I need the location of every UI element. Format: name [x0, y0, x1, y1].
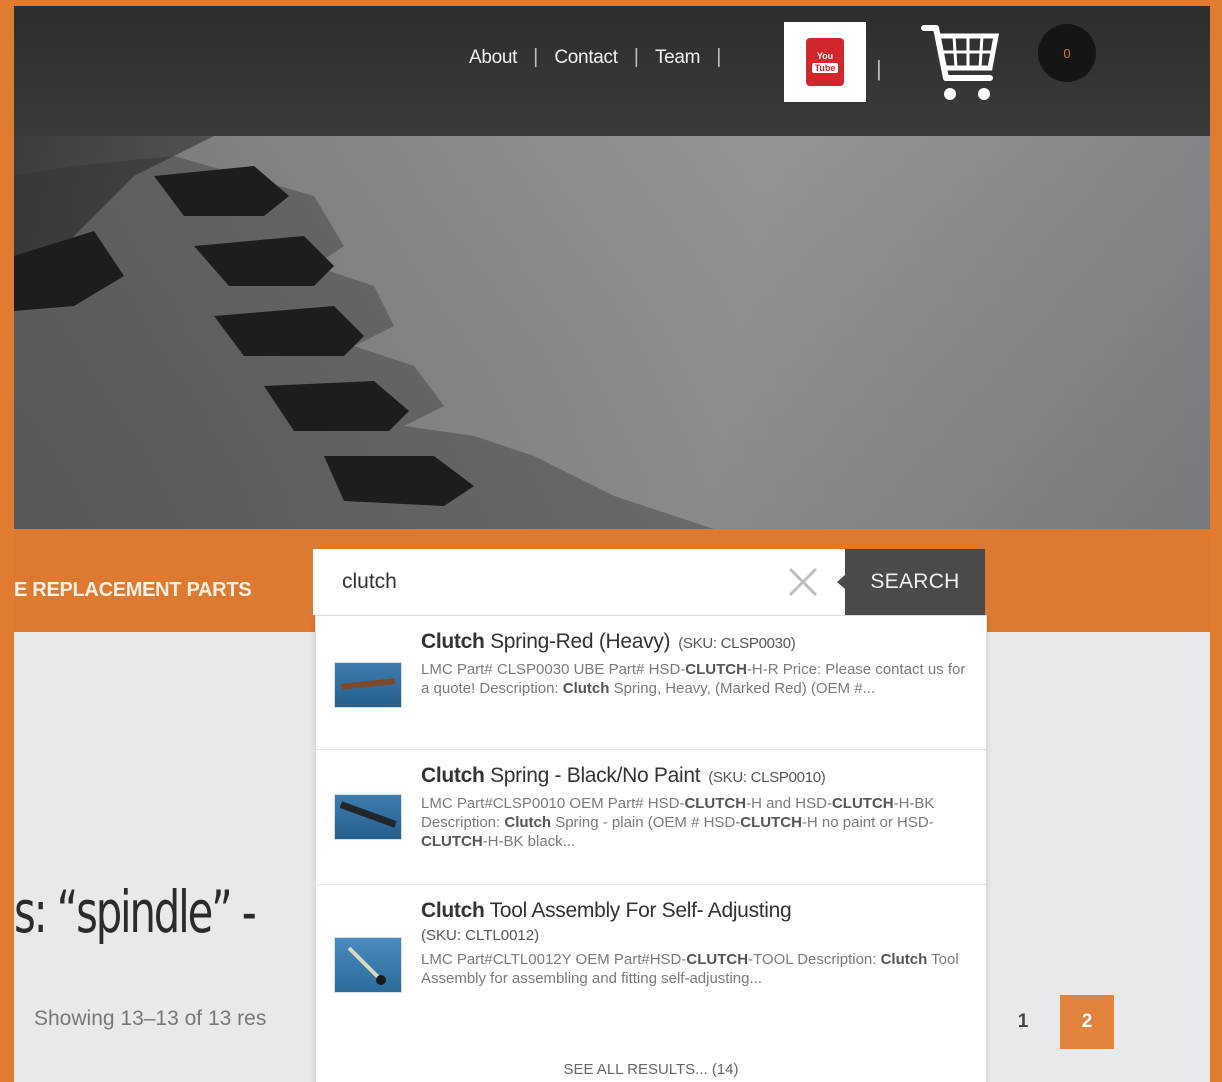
clear-search-icon[interactable] [787, 566, 819, 603]
youtube-link[interactable]: You Tube [784, 22, 866, 102]
title-highlight: Clutch [421, 764, 485, 787]
desc-highlight: CLUTCH [686, 951, 749, 968]
product-thumbnail [334, 937, 402, 993]
cart-icon[interactable] [920, 20, 1002, 109]
youtube-icon-text-bottom: Tube [811, 63, 839, 73]
replacement-parts-label[interactable]: E REPLACEMENT PARTS [14, 579, 252, 602]
nav-separator: | [716, 46, 722, 68]
desc-text: -H no paint or HSD- [801, 814, 934, 831]
desc-text: Spring - plain (OEM # HSD- [551, 814, 741, 831]
top-navbar: About | Contact | Team | You Tube | 0 [14, 6, 1210, 136]
title-highlight: Clutch [421, 899, 485, 922]
suggestion-title[interactable]: Clutch Spring - Black/No Paint (SKU: CLSP… [421, 764, 972, 788]
desc-highlight: Clutch [880, 951, 928, 968]
search-input[interactable] [340, 569, 784, 595]
desc-text: LMC Part# CLSP0030 UBE Part# HSD- [421, 661, 686, 678]
product-thumbnail [334, 662, 402, 708]
page-frame: About | Contact | Team | You Tube | 0 E … [14, 6, 1210, 1082]
desc-highlight: CLUTCH [421, 833, 483, 850]
gear-illustration [14, 136, 1210, 529]
nav-separator: | [876, 56, 882, 81]
hero-gear-image [14, 136, 1210, 529]
desc-highlight: CLUTCH [831, 795, 894, 812]
desc-text: Spring, Heavy, (Marked Red) (OEM #... [609, 680, 876, 697]
see-all-results-link[interactable]: SEE ALL RESULTS... (14) [316, 1053, 986, 1082]
cart-count-badge[interactable]: 0 [1038, 24, 1096, 82]
product-thumbnail [334, 794, 402, 840]
desc-text: -H-BK black... [482, 833, 576, 850]
result-count-text: Showing 13–13 of 13 res [34, 1007, 267, 1030]
page-link-1[interactable]: 1 [996, 995, 1050, 1049]
title-highlight: Clutch [421, 630, 485, 653]
suggestion-description: LMC Part#CLTL0012Y OEM Part#HSD-CLUTCH-T… [421, 950, 972, 988]
search-box: SEARCH [313, 549, 985, 615]
title-text: Spring - Black/No Paint [484, 764, 701, 787]
desc-highlight: CLUTCH [685, 661, 747, 678]
youtube-icon-text-top: You [816, 51, 834, 61]
desc-highlight: Clutch [504, 814, 552, 831]
desc-text: -TOOL Description: [748, 951, 881, 968]
suggestion-description: LMC Part# CLSP0030 UBE Part# HSD-CLUTCH-… [421, 660, 972, 698]
desc-text: -H and HSD- [746, 795, 832, 812]
page-link-2-current[interactable]: 2 [1060, 995, 1114, 1049]
sku-label: (SKU: CLTL0012) [421, 927, 540, 944]
suggestion-description: LMC Part#CLSP0010 OEM Part# HSD-CLUTCH-H… [421, 794, 972, 851]
desc-text: LMC Part#CLSP0010 OEM Part# HSD- [421, 795, 685, 812]
main-nav: About | Contact | Team | [469, 46, 737, 69]
search-button[interactable]: SEARCH [837, 549, 985, 615]
desc-highlight: CLUTCH [740, 814, 802, 831]
nav-separator: | [533, 46, 539, 68]
nav-contact-link[interactable]: Contact [554, 47, 618, 69]
suggestion-title[interactable]: Clutch Tool Assembly For Self- Adjusting [421, 899, 972, 923]
nav-separator: | [633, 46, 639, 68]
desc-highlight: Clutch [562, 680, 610, 697]
title-text: Tool Assembly For Self- Adjusting [484, 899, 792, 922]
suggestion-item[interactable]: Clutch Tool Assembly For Self- Adjusting… [316, 885, 986, 1047]
suggestion-item[interactable]: Clutch Spring - Black/No Paint (SKU: CLSP… [316, 750, 986, 885]
youtube-icon: You Tube [806, 38, 844, 86]
nav-team-link[interactable]: Team [655, 47, 701, 69]
nav-about-link[interactable]: About [469, 47, 517, 69]
search-suggestions: Clutch Spring-Red (Heavy) (SKU: CLSP0030)… [315, 615, 987, 1082]
sku-label: (SKU: CLSP0030) [678, 635, 796, 652]
desc-text: LMC Part#CLTL0012Y OEM Part#HSD- [421, 951, 687, 968]
sku-label: (SKU: CLSP0010) [708, 769, 826, 786]
suggestion-item[interactable]: Clutch Spring-Red (Heavy) (SKU: CLSP0030)… [316, 616, 986, 750]
title-text: Spring-Red (Heavy) [484, 630, 671, 653]
desc-highlight: CLUTCH [684, 795, 747, 812]
suggestion-title[interactable]: Clutch Spring-Red (Heavy) (SKU: CLSP0030) [421, 630, 972, 654]
page-title: s: “spindle” - [14, 878, 257, 946]
pagination: 1 2 [996, 995, 1114, 1049]
